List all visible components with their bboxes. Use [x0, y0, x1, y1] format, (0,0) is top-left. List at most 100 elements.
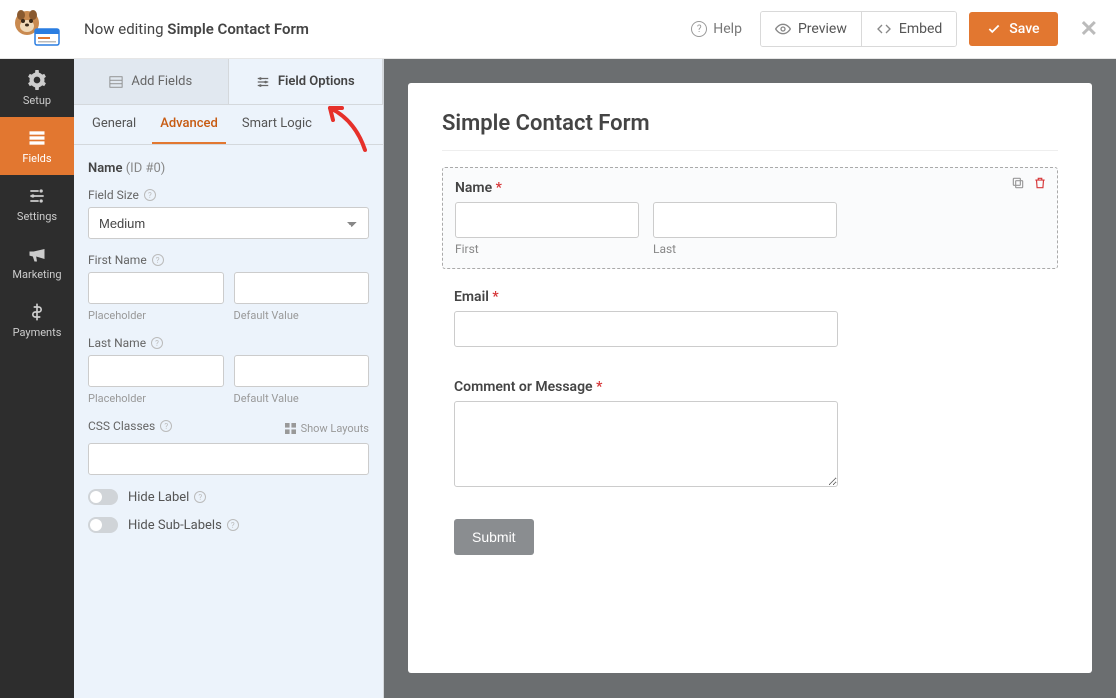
workspace: Setup Fields Settings Marketing Payments…	[0, 59, 1116, 698]
field-name-label: Name *	[455, 180, 1045, 196]
css-classes-input[interactable]	[88, 443, 369, 475]
panel-tabs: Add Fields Field Options	[74, 59, 383, 105]
editing-label: Now editing Simple Contact Form	[84, 20, 309, 38]
tab-field-options[interactable]: Field Options	[229, 59, 384, 104]
show-layouts-button[interactable]: Show Layouts	[285, 422, 369, 435]
close-button[interactable]: ✕	[1080, 17, 1098, 42]
gear-icon	[27, 70, 47, 90]
tooltip-icon[interactable]: ?	[227, 519, 239, 531]
title-divider	[442, 150, 1058, 151]
options-icon	[256, 75, 270, 89]
css-classes-row: CSS Classes ? Show Layouts	[88, 419, 369, 475]
tooltip-icon[interactable]: ?	[194, 491, 206, 503]
comment-textarea[interactable]	[454, 401, 838, 487]
tab-field-options-label: Field Options	[278, 74, 355, 89]
duplicate-icon[interactable]	[1011, 176, 1025, 190]
field-name[interactable]: Name * First Last	[442, 167, 1058, 269]
email-input[interactable]	[454, 311, 838, 347]
form-card: Simple Contact Form Name * First	[408, 83, 1092, 673]
first-name-input[interactable]	[455, 202, 639, 238]
last-name-input[interactable]	[653, 202, 837, 238]
nav-payments-label: Payments	[13, 326, 62, 339]
embed-label: Embed	[899, 21, 942, 37]
subtab-general[interactable]: General	[84, 105, 144, 144]
nav-fields[interactable]: Fields	[0, 117, 74, 175]
field-size-select[interactable]: Medium	[88, 207, 369, 239]
field-comment[interactable]: Comment or Message *	[442, 367, 1058, 503]
form-canvas: Simple Contact Form Name * First	[384, 59, 1116, 698]
nav-settings[interactable]: Settings	[0, 175, 74, 233]
embed-button[interactable]: Embed	[861, 12, 956, 46]
first-sublabel: First	[455, 242, 639, 256]
hide-sublabels-toggle[interactable]	[88, 517, 118, 533]
panel-body: Name (ID #0) Field Size ? Medium First N…	[74, 145, 383, 698]
sub-tabs: General Advanced Smart Logic	[74, 105, 383, 145]
nav-setup-label: Setup	[23, 94, 51, 107]
eye-icon	[775, 21, 791, 37]
editing-prefix: Now editing	[84, 20, 167, 38]
hide-sublabels-row: Hide Sub-Labels ?	[88, 517, 369, 533]
side-panel: Add Fields Field Options General Advance…	[74, 59, 384, 698]
default-value-hint-2: Default Value	[234, 392, 370, 405]
nav-fields-label: Fields	[22, 152, 51, 165]
field-actions	[1011, 176, 1047, 190]
nav-payments[interactable]: Payments	[0, 291, 74, 349]
field-email-label: Email *	[454, 289, 1046, 305]
top-bar: Now editing Simple Contact Form ? Help P…	[0, 0, 1116, 59]
help-link[interactable]: ? Help	[691, 21, 742, 37]
selected-field-name: Name	[88, 161, 122, 176]
tooltip-icon[interactable]: ?	[152, 254, 164, 266]
nav-setup[interactable]: Setup	[0, 59, 74, 117]
nav-marketing-label: Marketing	[12, 268, 61, 281]
dollar-icon	[27, 302, 47, 322]
save-button[interactable]: Save	[969, 12, 1057, 46]
default-value-hint: Default Value	[234, 309, 370, 322]
preview-embed-group: Preview Embed	[760, 11, 957, 47]
form-title: Simple Contact Form	[442, 111, 1058, 136]
left-nav: Setup Fields Settings Marketing Payments	[0, 59, 74, 698]
first-name-placeholder-input[interactable]	[88, 272, 224, 304]
editing-form-name: Simple Contact Form	[167, 20, 309, 38]
check-icon	[987, 22, 1001, 36]
layouts-icon	[285, 423, 296, 434]
css-classes-label: CSS Classes ?	[88, 419, 172, 433]
selected-field-title: Name (ID #0)	[88, 161, 369, 176]
fields-icon	[27, 128, 47, 148]
first-name-default-input[interactable]	[234, 272, 370, 304]
selected-field-id: (ID #0)	[126, 161, 166, 176]
last-name-label: Last Name ?	[88, 336, 369, 350]
field-size-label: Field Size ?	[88, 188, 369, 202]
last-name-default-input[interactable]	[234, 355, 370, 387]
tooltip-icon[interactable]: ?	[144, 189, 156, 201]
code-icon	[876, 21, 892, 37]
tab-add-fields[interactable]: Add Fields	[74, 59, 229, 104]
nav-settings-label: Settings	[17, 210, 57, 223]
preview-label: Preview	[798, 21, 847, 37]
nav-marketing[interactable]: Marketing	[0, 233, 74, 291]
last-name-placeholder-input[interactable]	[88, 355, 224, 387]
first-name-row: First Name ? Placeholder Default Value	[88, 253, 369, 322]
subtab-smart-logic[interactable]: Smart Logic	[234, 105, 320, 144]
preview-button[interactable]: Preview	[761, 12, 861, 46]
hide-label-toggle[interactable]	[88, 489, 118, 505]
hide-sublabels-text: Hide Sub-Labels ?	[128, 518, 239, 533]
field-comment-label: Comment or Message *	[454, 379, 1046, 395]
tooltip-icon[interactable]: ?	[151, 337, 163, 349]
sliders-icon	[27, 186, 47, 206]
help-label: Help	[713, 21, 742, 37]
grid-icon	[109, 75, 123, 89]
field-email[interactable]: Email *	[442, 277, 1058, 359]
first-name-label: First Name ?	[88, 253, 369, 267]
placeholder-hint: Placeholder	[88, 309, 224, 322]
hide-label-text: Hide Label ?	[128, 490, 206, 505]
trash-icon[interactable]	[1033, 176, 1047, 190]
bullhorn-icon	[27, 244, 47, 264]
save-label: Save	[1009, 21, 1039, 37]
tooltip-icon[interactable]: ?	[160, 420, 172, 432]
subtab-advanced[interactable]: Advanced	[152, 105, 226, 144]
placeholder-hint-2: Placeholder	[88, 392, 224, 405]
tab-add-fields-label: Add Fields	[131, 74, 192, 89]
hide-label-row: Hide Label ?	[88, 489, 369, 505]
submit-button[interactable]: Submit	[454, 519, 534, 555]
field-size-row: Field Size ? Medium	[88, 188, 369, 239]
